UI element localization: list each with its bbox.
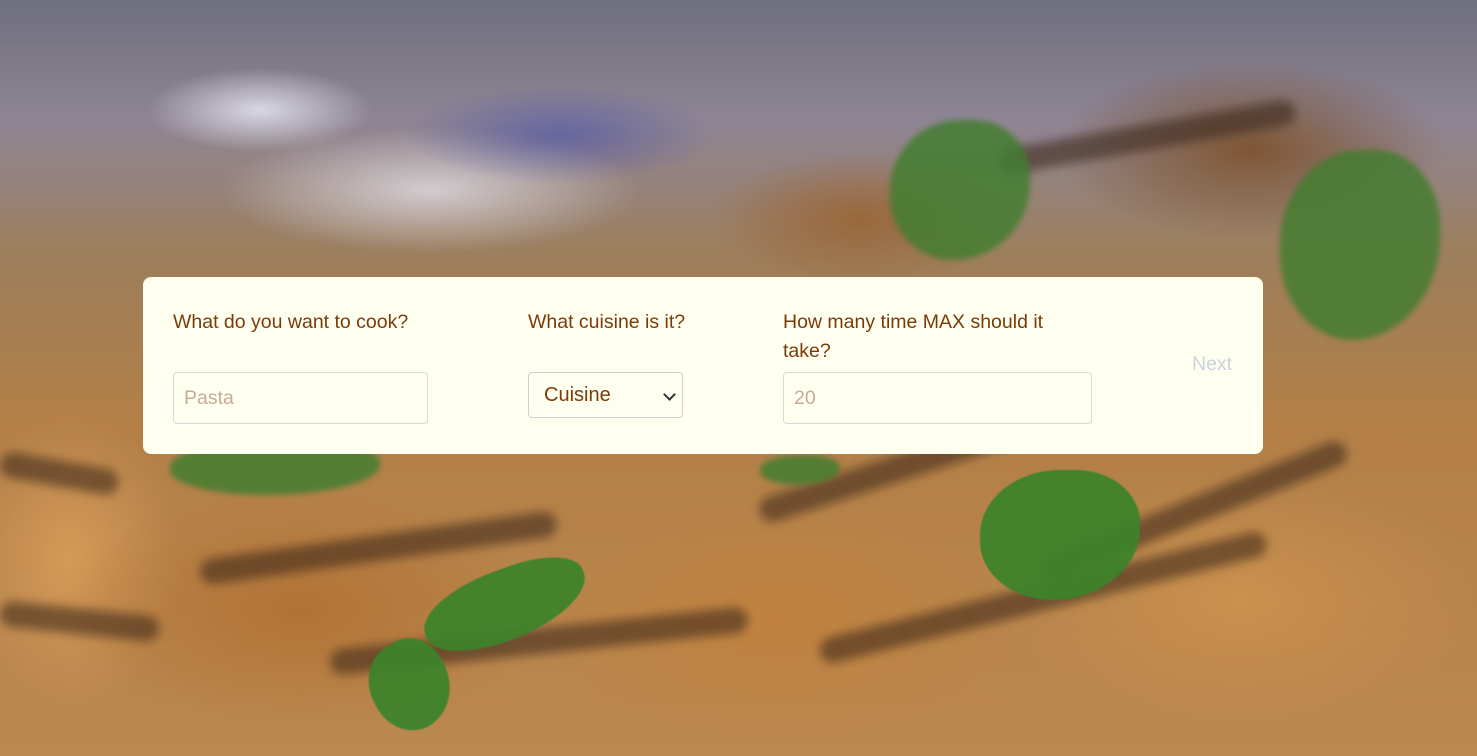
dish-input[interactable] [173,372,428,424]
dish-label: What do you want to cook? [173,311,409,333]
recipe-search-card: What do you want to cook? What cuisine i… [143,277,1263,454]
chevron-down-icon [663,388,676,401]
time-label: How many time MAX should it take? [783,311,1044,362]
cuisine-selected-value: Cuisine [544,383,611,406]
next-button[interactable]: Next [1192,353,1232,376]
cuisine-label: What cuisine is it? [528,311,686,333]
cuisine-select[interactable]: Cuisine [528,372,683,418]
max-time-input[interactable] [783,372,1092,424]
